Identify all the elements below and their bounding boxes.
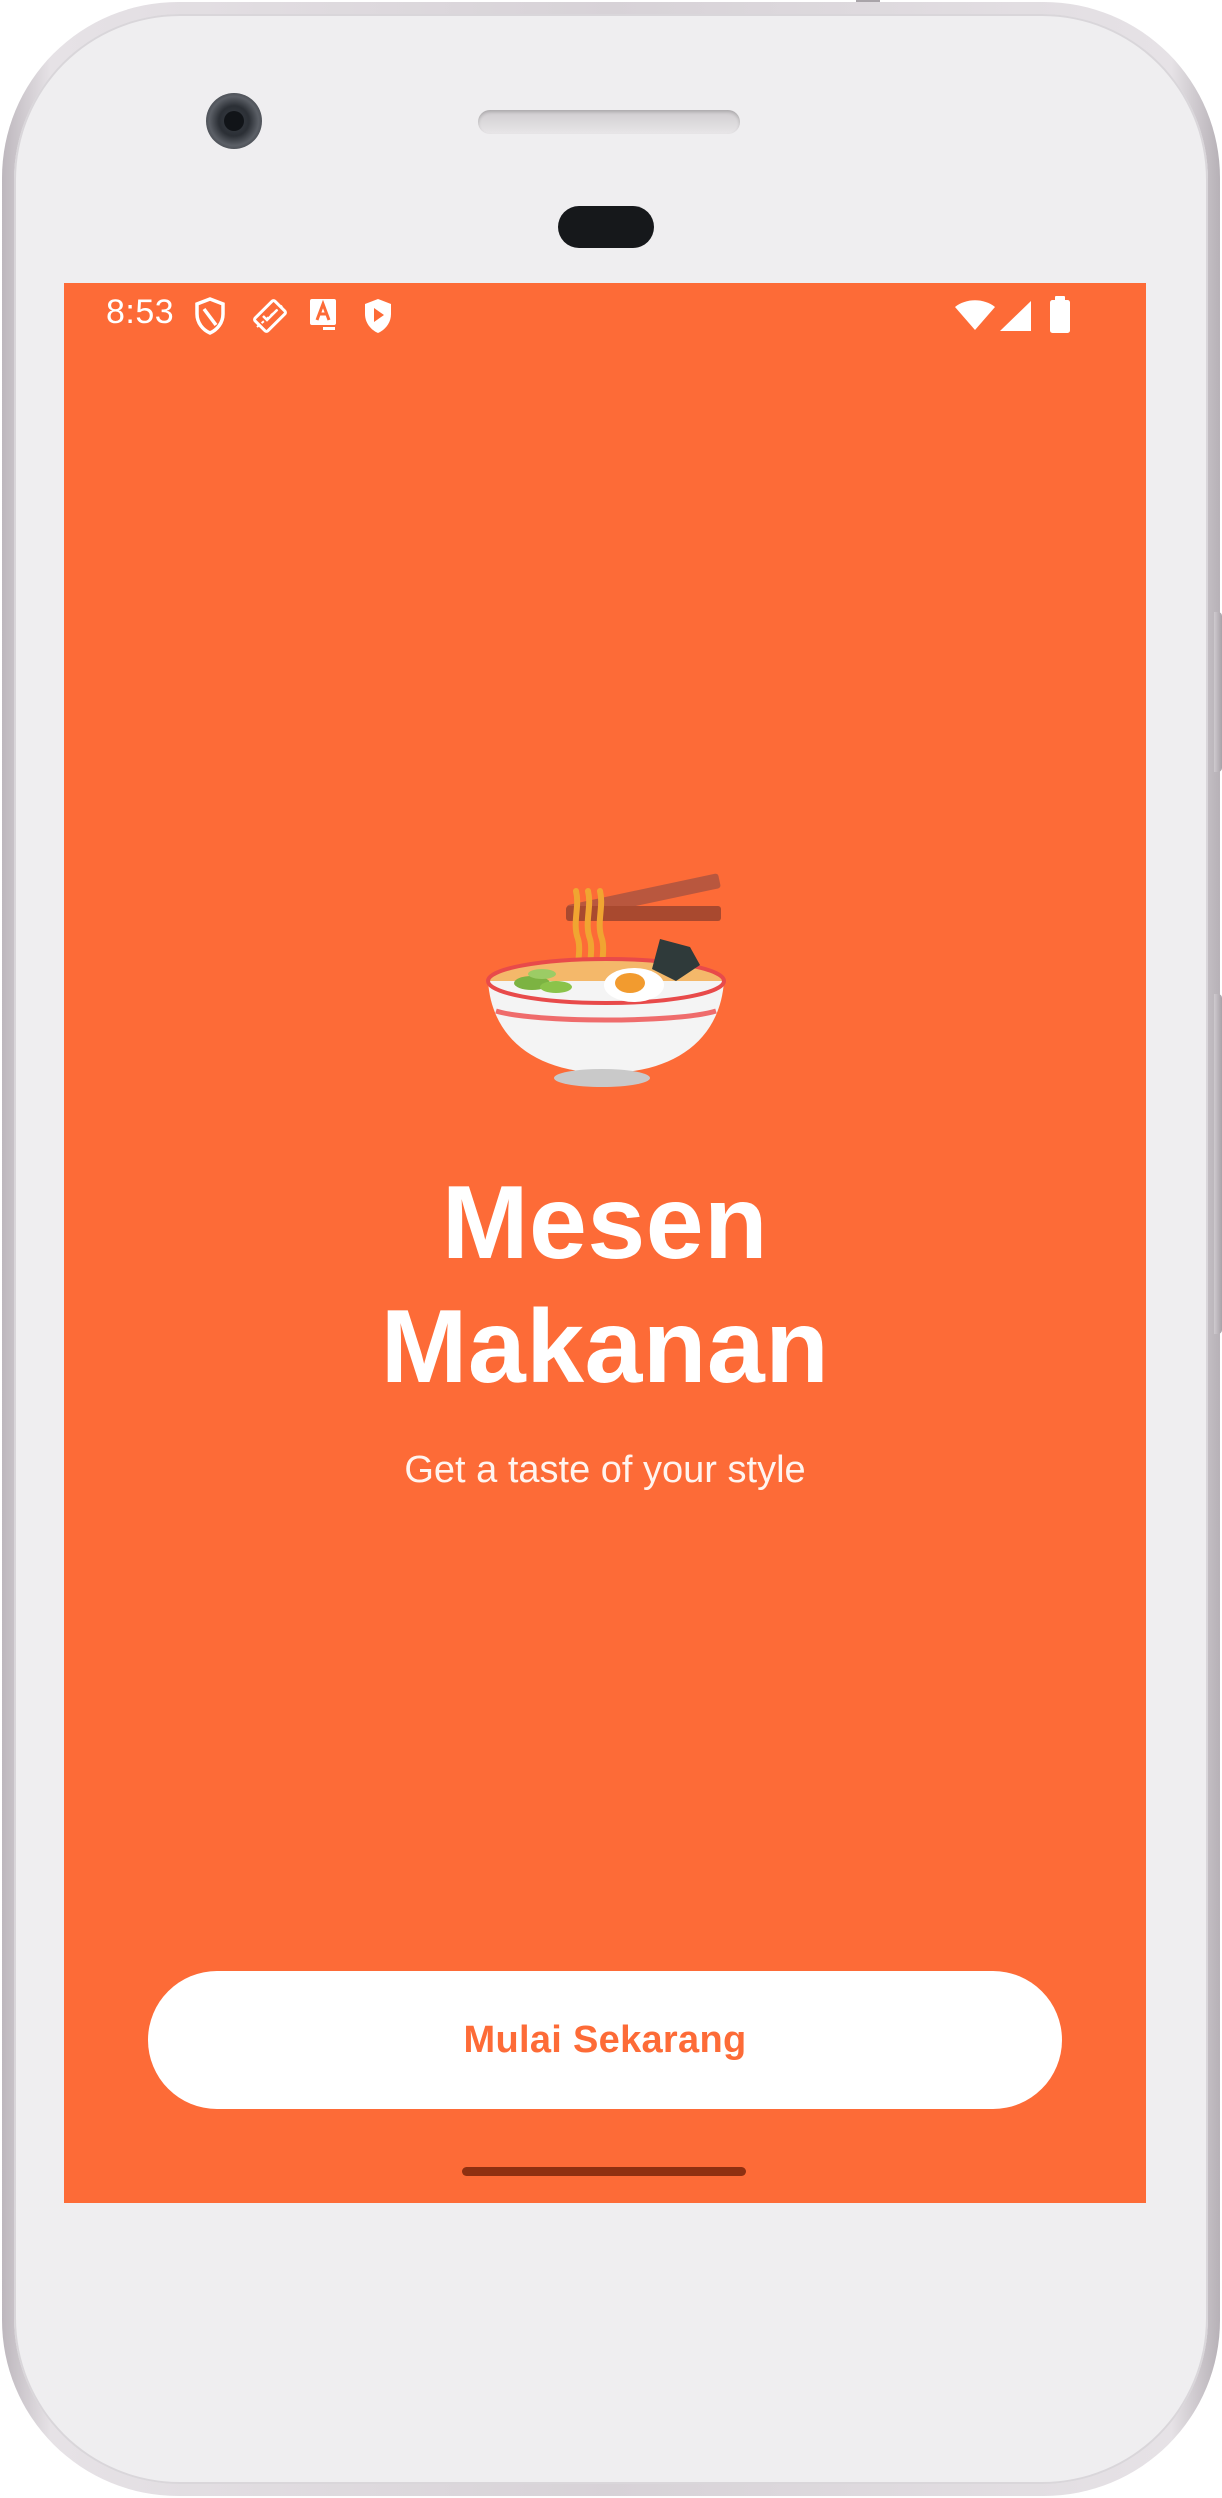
- app-title-line2: Makanan: [380, 1289, 830, 1405]
- speaker-grille: [478, 110, 740, 134]
- earpiece-sensor: [558, 206, 654, 248]
- front-camera: [206, 93, 262, 149]
- camera-lens: [224, 111, 244, 131]
- wifi-icon: [955, 300, 995, 330]
- start-button[interactable]: Mulai Sekarang: [148, 1971, 1062, 2109]
- phone-frame: 8:53 Mesen Makanan Get a taste of your s…: [0, 0, 1222, 2498]
- splash-screen: 8:53 Mesen Makanan Get a taste of your s…: [64, 283, 1146, 2203]
- play-shield-icon: [365, 299, 391, 333]
- shield-outline-icon: [195, 297, 225, 335]
- cell-signal-icon: [1000, 301, 1031, 331]
- status-bar: 8:53: [64, 283, 1146, 347]
- ramen-bowl-icon: [486, 873, 726, 1087]
- developer-mode-icon: [253, 299, 287, 333]
- volume-button: [1214, 994, 1222, 1334]
- status-time: 8:53: [106, 293, 175, 331]
- app-tagline: Get a taste of your style: [404, 1449, 806, 1491]
- battery-icon: [1050, 296, 1070, 333]
- text-a-icon: [310, 299, 336, 330]
- app-title-line1: Mesen: [441, 1165, 769, 1281]
- gesture-navigation-bar[interactable]: [462, 2167, 746, 2176]
- power-button: [1214, 612, 1222, 772]
- app-title: Mesen Makanan: [64, 1161, 1146, 1409]
